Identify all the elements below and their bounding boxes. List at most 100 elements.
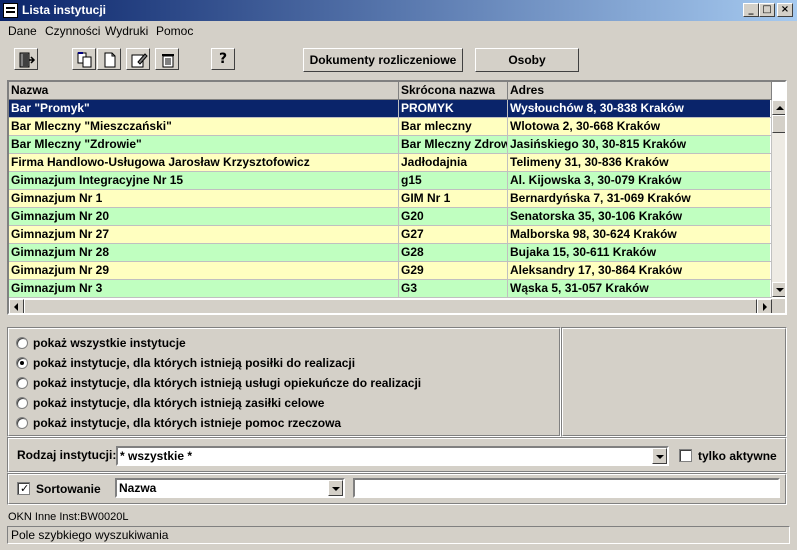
help-icon: ? bbox=[218, 51, 228, 67]
table-cell-short-name: G29 bbox=[399, 262, 508, 280]
table-cell-name: Bar Mleczny "Mieszczański" bbox=[9, 118, 399, 136]
horizontal-scroll-thumb[interactable] bbox=[24, 299, 757, 313]
title-bar: Lista instytucji _ □ × bbox=[0, 0, 797, 21]
status-bar: Pole szybkiego wyszukiwania bbox=[7, 526, 790, 544]
radio-button[interactable] bbox=[16, 357, 28, 369]
table-row[interactable]: Bar Mleczny "Mieszczański" Bar mleczny Wlo… bbox=[9, 118, 772, 136]
table-row[interactable]: Gimnazjum Nr 28 G28 Bujaka 15, 30-611 Krak… bbox=[9, 244, 772, 262]
menu-dane[interactable]: Dane bbox=[8, 24, 37, 38]
scroll-down-button[interactable] bbox=[772, 282, 785, 297]
delete-icon bbox=[162, 54, 174, 68]
filter-option-1[interactable]: pokaż instytucje, dla których istnieją p… bbox=[16, 355, 536, 373]
table-cell-address: Bujaka 15, 30-611 Kraków bbox=[508, 244, 772, 262]
institutions-table[interactable]: Nazwa Skrócona nazwa Adres Bar "Promyk" P… bbox=[7, 80, 787, 315]
filter-option-4[interactable]: pokaż instytucje, dla których istnieje p… bbox=[16, 415, 536, 433]
table-row[interactable]: Gimnazjum Nr 27 G27 Malborska 98, 30-624 K… bbox=[9, 226, 772, 244]
menu-czynnosci[interactable]: Czynności bbox=[45, 24, 100, 38]
table-cell-name: Gimnazjum Nr 27 bbox=[9, 226, 399, 244]
table-cell-address: Jasińskiego 30, 30-815 Kraków bbox=[508, 136, 772, 154]
check-icon: ✓ bbox=[20, 482, 30, 495]
vertical-scrollbar[interactable] bbox=[772, 100, 785, 297]
filter-option-3[interactable]: pokaż instytucje, dla których istnieją z… bbox=[16, 395, 536, 413]
table-row[interactable]: Bar "Promyk" PROMYK Wysłouchów 8, 30-838 K… bbox=[9, 100, 772, 118]
exit-icon bbox=[19, 52, 36, 68]
table-cell-address: Wlotowa 2, 30-668 Kraków bbox=[508, 118, 772, 136]
table-row[interactable]: Gimnazjum Nr 20 G20 Senatorska 35, 30-106 … bbox=[9, 208, 772, 226]
filter-option-label: pokaż instytucje, dla których istnieją u… bbox=[33, 376, 422, 390]
sort-field-dropdown-button[interactable] bbox=[328, 480, 343, 496]
table-row[interactable]: Bar Mleczny "Zdrowie"Bar Mleczny Zdrowie… bbox=[9, 136, 772, 154]
table-cell-address: Wąska 5, 31-057 Kraków bbox=[508, 280, 772, 298]
new-document-button[interactable] bbox=[97, 48, 121, 70]
menu-wydruki[interactable]: Wydruki bbox=[105, 24, 148, 38]
table-row[interactable]: Gimnazjum Nr 29 G29 Aleksandry 17, 30-864 … bbox=[9, 262, 772, 280]
table-cell-name: Gimnazjum Nr 20 bbox=[9, 208, 399, 226]
table-row[interactable]: Firma Handlowo-Usługowa Jarosław Krzyszt… bbox=[9, 154, 772, 172]
radio-button[interactable] bbox=[16, 377, 28, 389]
table-cell-short-name: G27 bbox=[399, 226, 508, 244]
documents-button[interactable]: Dokumenty rozliczeniowe bbox=[303, 48, 463, 72]
scroll-up-button[interactable] bbox=[772, 100, 785, 115]
radio-button[interactable] bbox=[16, 417, 28, 429]
scroll-left-button[interactable] bbox=[9, 299, 24, 313]
persons-button[interactable]: Osoby bbox=[475, 48, 579, 72]
side-panel bbox=[561, 327, 787, 437]
menu-pomoc[interactable]: Pomoc bbox=[156, 24, 193, 38]
screen-code: OKN Inne Inst:BW0020L bbox=[8, 511, 129, 523]
menu-bar: Dane Czynności Wydruki Pomoc bbox=[0, 22, 797, 40]
active-only-checkbox[interactable] bbox=[679, 449, 692, 462]
minimize-button[interactable]: _ bbox=[743, 3, 759, 17]
institution-type-select[interactable]: * wszystkie * bbox=[116, 446, 669, 466]
table-cell-short-name: Bar Mleczny Zdrowie bbox=[399, 136, 508, 154]
radio-button[interactable] bbox=[16, 337, 28, 349]
copy-button[interactable] bbox=[72, 48, 96, 70]
table-cell-address: Telimeny 31, 30-836 Kraków bbox=[508, 154, 772, 172]
filter-option-label: pokaż instytucje, dla których istnieją z… bbox=[33, 396, 325, 410]
quick-search-input[interactable] bbox=[353, 478, 780, 498]
table-row[interactable]: Gimnazjum Integracyjne Nr 15 g15 Al. Kijow… bbox=[9, 172, 772, 190]
filter-option-2[interactable]: pokaż instytucje, dla których istnieją u… bbox=[16, 375, 536, 393]
horizontal-scrollbar[interactable] bbox=[9, 299, 772, 313]
column-header-name[interactable]: Nazwa bbox=[9, 82, 399, 100]
chevron-down-icon bbox=[332, 487, 340, 491]
table-cell-name: Gimnazjum Nr 1 bbox=[9, 190, 399, 208]
table-row[interactable]: Gimnazjum Nr 3 G3 Wąska 5, 31-057 Kraków bbox=[9, 280, 772, 298]
chevron-down-icon bbox=[656, 455, 664, 459]
window-title: Lista instytucji bbox=[22, 3, 107, 17]
institution-type-panel: Rodzaj instytucji: * wszystkie * tylko a… bbox=[7, 437, 787, 473]
close-button[interactable]: × bbox=[777, 3, 793, 17]
table-cell-name: Gimnazjum Nr 29 bbox=[9, 262, 399, 280]
table-cell-name: Gimnazjum Nr 3 bbox=[9, 280, 399, 298]
sort-field-select[interactable]: Nazwa bbox=[115, 478, 345, 498]
table-row[interactable]: Gimnazjum Nr 1 GIM Nr 1 Bernardyńska 7, 31… bbox=[9, 190, 772, 208]
maximize-button[interactable]: □ bbox=[759, 3, 775, 17]
edit-button[interactable] bbox=[126, 48, 150, 70]
exit-button[interactable] bbox=[14, 48, 38, 70]
edit-icon bbox=[131, 53, 148, 68]
sorting-label: Sortowanie bbox=[36, 482, 101, 496]
table-cell-name: Bar "Promyk" bbox=[9, 100, 399, 118]
help-button[interactable]: ? bbox=[211, 48, 235, 70]
filter-option-label: pokaż instytucje, dla których istnieje p… bbox=[33, 416, 342, 430]
table-cell-short-name: g15 bbox=[399, 172, 508, 190]
sorting-checkbox[interactable]: ✓ bbox=[17, 482, 30, 495]
institution-type-value: * wszystkie * bbox=[120, 449, 193, 463]
table-cell-name: Gimnazjum Integracyjne Nr 15 bbox=[9, 172, 399, 190]
table-cell-name: Gimnazjum Nr 28 bbox=[9, 244, 399, 262]
table-cell-address: Aleksandry 17, 30-864 Kraków bbox=[508, 262, 772, 280]
institution-type-label: Rodzaj instytucji: bbox=[17, 448, 117, 462]
table-cell-address: Bernardyńska 7, 31-069 Kraków bbox=[508, 190, 772, 208]
table-cell-address: Al. Kijowska 3, 30-079 Kraków bbox=[508, 172, 772, 190]
scroll-thumb[interactable] bbox=[772, 115, 785, 133]
column-header-short-name[interactable]: Skrócona nazwa bbox=[399, 82, 508, 100]
filter-option-label: pokaż wszystkie instytucje bbox=[33, 336, 186, 350]
filter-panel: pokaż wszystkie instytucje pokaż instytuc… bbox=[7, 327, 561, 437]
delete-button[interactable] bbox=[155, 48, 179, 70]
column-header-address[interactable]: Adres bbox=[508, 82, 772, 100]
table-cell-address: Malborska 98, 30-624 Kraków bbox=[508, 226, 772, 244]
scroll-right-button[interactable] bbox=[757, 299, 772, 313]
table-cell-short-name: G3 bbox=[399, 280, 508, 298]
radio-button[interactable] bbox=[16, 397, 28, 409]
institution-type-dropdown-button[interactable] bbox=[652, 448, 667, 464]
filter-option-0[interactable]: pokaż wszystkie instytucje bbox=[16, 335, 536, 353]
